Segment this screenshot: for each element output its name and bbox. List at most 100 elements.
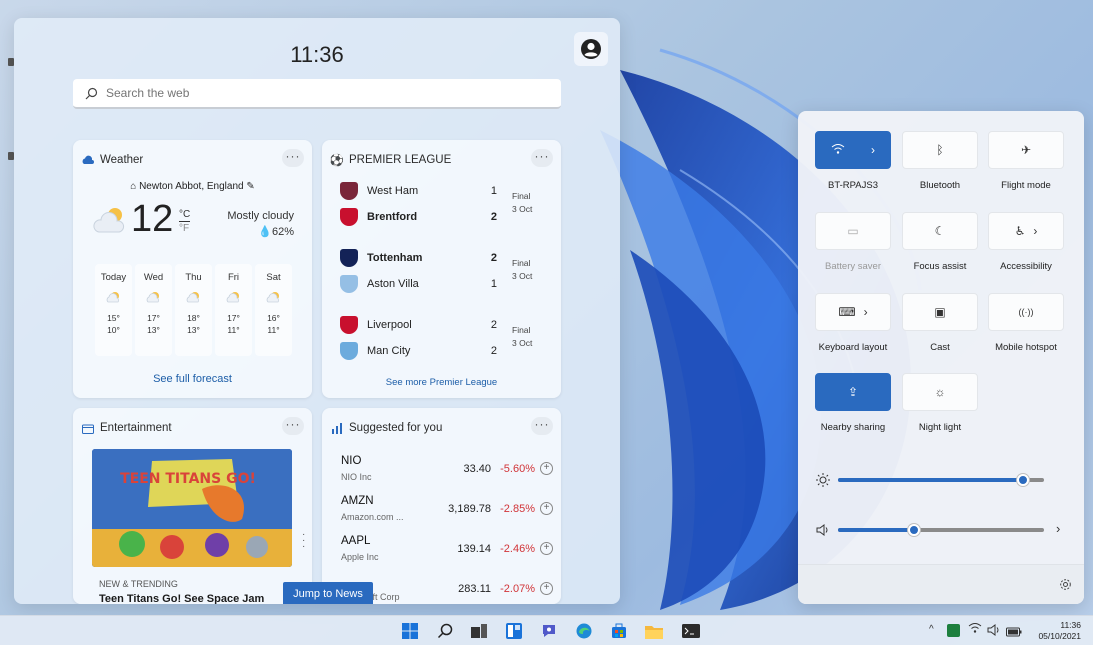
weather-location[interactable]: ⌂ Newton Abbot, England ✎ xyxy=(73,181,312,192)
unit-fahrenheit[interactable]: °F xyxy=(179,222,190,235)
tile-label: Night light xyxy=(918,422,962,433)
news-headline[interactable]: Teen Titans Go! See Space Jam xyxy=(99,593,264,604)
chevron-up-icon[interactable]: ^ xyxy=(929,624,934,635)
stock-row[interactable]: NIO NIO Inc 33.40 -5.60% + xyxy=(341,455,553,493)
tile-label: BT-RPAJS3 xyxy=(828,180,878,191)
start-icon[interactable] xyxy=(401,623,419,639)
battery-icon: ▭ xyxy=(847,224,859,238)
match-row[interactable]: Liverpool 2 Man City 2 Final 3 Oct xyxy=(340,312,545,364)
day-low: 13° xyxy=(147,325,160,335)
tray-clock[interactable]: 11:36 05/10/2021 xyxy=(1038,620,1081,642)
see-full-forecast-link[interactable]: See full forecast xyxy=(73,373,312,385)
volume-tray-icon[interactable] xyxy=(987,623,1001,641)
add-stock-button[interactable]: + xyxy=(540,582,553,595)
tile-label: Focus assist xyxy=(913,261,967,272)
tile-cast[interactable]: ▣ xyxy=(902,293,978,331)
entertainment-card[interactable]: Entertainment ··· TEEN TITANS GO! · · · NE… xyxy=(73,408,312,604)
chevron-right-icon[interactable]: › xyxy=(871,143,875,157)
search-box[interactable] xyxy=(73,79,561,109)
tile-mobile-hotspot[interactable]: ((·)) xyxy=(988,293,1064,331)
add-stock-button[interactable]: + xyxy=(540,462,553,475)
task-view-icon[interactable] xyxy=(470,623,488,639)
tile-night-light[interactable]: ☼ xyxy=(902,373,978,411)
partly-cloudy-icon xyxy=(266,292,279,303)
brightness-slider[interactable] xyxy=(838,474,1044,486)
terminal-icon[interactable] xyxy=(682,623,700,639)
tile-flight-mode[interactable]: ✈ xyxy=(988,131,1064,169)
chevron-right-icon[interactable]: › xyxy=(1056,521,1060,536)
more-options-button[interactable]: ··· xyxy=(282,149,304,167)
search-input[interactable] xyxy=(106,86,506,100)
tile-label: Mobile hotspot xyxy=(995,342,1057,353)
poster-logo-text: TEEN TITANS GO! xyxy=(120,471,256,487)
tile-focus-assist[interactable]: ☾ xyxy=(902,212,978,250)
forecast-day[interactable]: Today 15° 10° xyxy=(95,264,132,356)
settings-gear-icon[interactable] xyxy=(1059,578,1072,591)
match-status: Final 3 Oct xyxy=(512,324,532,350)
see-more-premier-league-link[interactable]: See more Premier League xyxy=(322,377,561,388)
stock-row[interactable]: AMZN Amazon.com ... 3,189.78 -2.85% + xyxy=(341,495,553,533)
chevron-right-icon[interactable]: › xyxy=(864,305,868,319)
match-result: Final xyxy=(512,325,531,335)
tile-bt-rpajs3[interactable]: › xyxy=(815,131,891,169)
forecast-day[interactable]: Sat 16° 11° xyxy=(255,264,292,356)
suggested-stocks-card[interactable]: Suggested for you ··· NIO NIO Inc 33.40 -5.… xyxy=(322,408,561,604)
weather-card[interactable]: Weather ··· ⌂ Newton Abbot, England ✎ 12… xyxy=(73,140,312,398)
chevron-right-icon[interactable]: › xyxy=(1033,224,1037,238)
stock-price: 283.11 xyxy=(458,583,491,595)
tile-keyboard-layout[interactable]: ⌨ › xyxy=(815,293,891,331)
avatar[interactable] xyxy=(574,32,608,66)
file-explorer-icon[interactable] xyxy=(645,623,663,639)
volume-slider[interactable] xyxy=(838,524,1044,536)
day-low: 13° xyxy=(187,325,200,335)
forecast-day[interactable]: Thu 18° 13° xyxy=(175,264,212,356)
stock-row[interactable]: AAPL Apple Inc 139.14 -2.46% + xyxy=(341,535,553,573)
widgets-icon[interactable] xyxy=(505,623,523,639)
edit-icon[interactable]: ✎ xyxy=(246,181,254,192)
tray-app-icon[interactable] xyxy=(947,624,960,637)
add-stock-button[interactable]: + xyxy=(540,502,553,515)
tile-accessibility[interactable]: ♿ › xyxy=(988,212,1064,250)
home-icon: ⌂ xyxy=(130,181,137,192)
tile-label: Accessibility xyxy=(1000,261,1052,272)
premier-league-card[interactable]: ⚽ PREMIER LEAGUE ··· West Ham 1 Brentford 2… xyxy=(322,140,561,398)
tile-label: Cast xyxy=(930,342,950,353)
tile-bluetooth[interactable]: ᛒ xyxy=(902,131,978,169)
temp-units[interactable]: °C °F xyxy=(179,208,191,235)
stock-company: Apple Inc xyxy=(341,552,379,562)
tile-nearby-sharing[interactable]: ⇪ xyxy=(815,373,891,411)
volume-fill xyxy=(838,528,915,532)
moon-icon: ☾ xyxy=(934,224,946,238)
brightness-knob[interactable] xyxy=(1017,474,1030,486)
more-options-button[interactable]: ··· xyxy=(282,417,304,435)
forecast-day[interactable]: Wed 17° 13° xyxy=(135,264,172,356)
unit-celsius[interactable]: °C xyxy=(179,208,191,222)
keyboard-icon: ⌨ xyxy=(838,305,856,319)
match-result: Final xyxy=(512,191,531,201)
team-name: West Ham xyxy=(367,185,419,197)
wifi-tray-icon[interactable] xyxy=(968,622,982,637)
match-row[interactable]: Tottenham 2 Aston Villa 1 Final 3 Oct xyxy=(340,245,545,297)
edge-icon[interactable] xyxy=(575,623,593,639)
card-header: Suggested for you xyxy=(331,419,553,437)
team-score: 2 xyxy=(490,252,497,264)
forecast-day[interactable]: Fri 17° 11° xyxy=(215,264,252,356)
card-header: Entertainment xyxy=(82,419,304,437)
team-score: 2 xyxy=(490,345,497,357)
jump-to-news-button[interactable]: Jump to News xyxy=(283,582,373,604)
chat-icon[interactable] xyxy=(540,623,558,639)
volume-knob[interactable] xyxy=(908,524,921,536)
more-options-button[interactable]: ··· xyxy=(531,417,553,435)
more-vertical-icon[interactable]: · · · xyxy=(302,530,306,552)
tile-battery-saver[interactable]: ▭ xyxy=(815,212,891,250)
team-score: 1 xyxy=(490,278,497,290)
volume-icon[interactable] xyxy=(816,524,830,536)
more-options-button[interactable]: ··· xyxy=(531,149,553,167)
teen-titans-poster[interactable]: TEEN TITANS GO! xyxy=(92,449,292,567)
store-icon[interactable] xyxy=(610,623,628,639)
battery-tray-icon[interactable] xyxy=(1006,624,1022,642)
match-row[interactable]: West Ham 1 Brentford 2 Final 3 Oct xyxy=(340,178,545,230)
add-stock-button[interactable]: + xyxy=(540,542,553,555)
search-icon[interactable] xyxy=(436,623,454,639)
day-high: 17° xyxy=(147,313,160,323)
